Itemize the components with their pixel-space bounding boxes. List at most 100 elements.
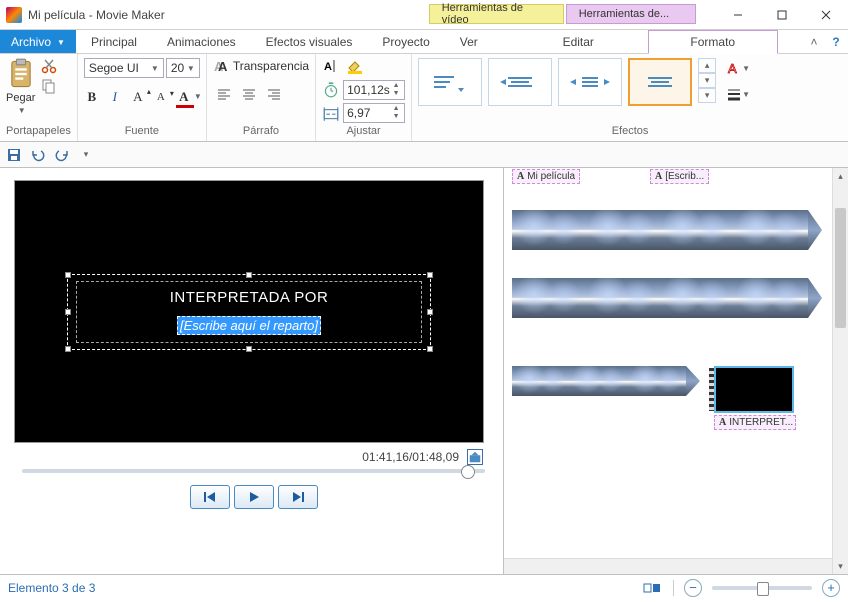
group-paragraph-label: Párrafo bbox=[213, 123, 309, 137]
caption-placeholder[interactable]: [Escribe aquí el reparto] bbox=[177, 316, 321, 335]
group-effects-label: Efectos bbox=[418, 123, 842, 137]
minimize-button[interactable] bbox=[716, 1, 760, 29]
group-font-label: Fuente bbox=[84, 123, 200, 137]
grow-font-button[interactable]: A▴ bbox=[130, 88, 146, 106]
prev-frame-button[interactable] bbox=[190, 485, 230, 509]
close-button[interactable] bbox=[804, 1, 848, 29]
group-adjust: A ▼ 101,12s▲▼ 6,97▲▼ Ajustar bbox=[316, 54, 412, 141]
font-family-combo[interactable]: Segoe UI▼ bbox=[84, 58, 164, 78]
tab-ver[interactable]: Ver bbox=[445, 30, 493, 53]
preview-pane: INTERPRETADA POR [Escribe aquí el repart… bbox=[0, 168, 503, 574]
font-color-button[interactable]: A▼ bbox=[176, 88, 192, 106]
app-icon bbox=[6, 7, 22, 23]
group-clipboard-label: Portapapeles bbox=[6, 123, 71, 137]
duration-input[interactable]: 6,97▲▼ bbox=[343, 103, 405, 123]
cut-icon[interactable] bbox=[41, 58, 57, 74]
group-paragraph: AA Transparencia Párrafo bbox=[207, 54, 316, 141]
effects-gallery-scroll[interactable]: ▴▾▾ bbox=[698, 58, 716, 103]
timeline-clip-1[interactable] bbox=[512, 210, 848, 250]
zoom-out-button[interactable]: − bbox=[684, 579, 702, 597]
tab-efectos-visuales[interactable]: Efectos visuales bbox=[251, 30, 368, 53]
timeline-title-clip[interactable] bbox=[714, 366, 794, 413]
qat-customize-button[interactable]: ▾ bbox=[78, 147, 94, 163]
fullscreen-button[interactable] bbox=[467, 449, 483, 465]
align-center-button[interactable] bbox=[238, 84, 260, 104]
tab-animaciones[interactable]: Animaciones bbox=[152, 30, 251, 53]
group-adjust-label: Ajustar bbox=[322, 123, 405, 137]
text-track-label-1[interactable]: AMi película bbox=[512, 169, 580, 184]
help-button[interactable]: ? bbox=[824, 30, 848, 53]
seek-bar[interactable] bbox=[22, 469, 485, 473]
align-left-button[interactable] bbox=[213, 84, 235, 104]
tab-file-label: Archivo bbox=[11, 35, 51, 49]
timeline-scrollbar-horizontal[interactable] bbox=[504, 558, 832, 574]
window-title: Mi película - Movie Maker bbox=[28, 8, 165, 22]
timecode: 01:41,16/01:48,09 bbox=[362, 450, 459, 464]
group-font: Segoe UI▼ 20▼ B I A▴ A▾ A▼ Fuente bbox=[78, 54, 207, 141]
text-box[interactable]: INTERPRETADA POR [Escribe aquí el repart… bbox=[67, 274, 431, 350]
workspace: INTERPRETADA POR [Escribe aquí el repart… bbox=[0, 168, 848, 574]
effect-tile-4[interactable] bbox=[628, 58, 692, 106]
caption-title: INTERPRETADA POR bbox=[170, 289, 329, 306]
start-time-input[interactable]: 101,12s▲▼ bbox=[343, 80, 405, 100]
shrink-font-button[interactable]: A▾ bbox=[153, 88, 169, 106]
svg-text:A: A bbox=[324, 61, 332, 73]
context-tab-text-label: Herramientas de... bbox=[566, 4, 696, 24]
transparency-label: Transparencia bbox=[233, 59, 309, 73]
background-color-button[interactable]: ▼ bbox=[346, 58, 364, 74]
font-size-value: 20 bbox=[171, 61, 184, 75]
tab-formato[interactable]: Formato bbox=[648, 30, 778, 54]
zoom-in-button[interactable]: + bbox=[822, 579, 840, 597]
context-tab-video-label: Herramientas de vídeo bbox=[429, 4, 564, 24]
tab-principal[interactable]: Principal bbox=[76, 30, 152, 53]
preview-monitor[interactable]: INTERPRETADA POR [Escribe aquí el repart… bbox=[14, 180, 484, 443]
ribbon: Pegar ▼ Portapapeles Segoe UI▼ 20▼ B I A… bbox=[0, 54, 848, 142]
edit-text-button[interactable]: A bbox=[322, 58, 340, 74]
timeline-clip-3[interactable] bbox=[512, 366, 700, 396]
clipboard-icon bbox=[7, 58, 35, 90]
quick-access-toolbar: ▾ bbox=[0, 142, 848, 168]
group-clipboard: Pegar ▼ Portapapeles bbox=[0, 54, 78, 141]
timeline-scrollbar-vertical[interactable]: ▴ ▾ bbox=[832, 168, 848, 574]
align-right-button[interactable] bbox=[263, 84, 285, 104]
status-text: Elemento 3 de 3 bbox=[8, 581, 95, 595]
duration-icon bbox=[322, 104, 340, 122]
start-time-icon bbox=[322, 81, 340, 99]
outline-color-button[interactable]: A▼ bbox=[726, 58, 750, 78]
svg-text:A: A bbox=[218, 59, 228, 74]
status-bar: Elemento 3 de 3 − + bbox=[0, 574, 848, 600]
zoom-slider[interactable] bbox=[712, 586, 812, 590]
transparency-icon: AA bbox=[213, 58, 229, 74]
undo-button[interactable] bbox=[30, 147, 46, 163]
tab-editar[interactable]: Editar bbox=[511, 30, 646, 53]
title-bar: Mi película - Movie Maker Herramientas d… bbox=[0, 0, 848, 30]
effect-tile-2[interactable] bbox=[488, 58, 552, 106]
tab-proyecto[interactable]: Proyecto bbox=[367, 30, 444, 53]
outline-size-button[interactable]: ▼ bbox=[726, 84, 750, 104]
start-time-value: 101,12s bbox=[347, 83, 390, 97]
maximize-button[interactable] bbox=[760, 1, 804, 29]
timeline-clip-2[interactable] bbox=[512, 278, 848, 318]
text-track-label-2[interactable]: A[Escrib... bbox=[650, 169, 709, 184]
timeline-pane: AMi película A[Escrib... AINTERPRET... bbox=[503, 168, 848, 574]
save-button[interactable] bbox=[6, 147, 22, 163]
group-effects: ▴▾▾ A▼ ▼ Efectos bbox=[412, 54, 848, 141]
ribbon-tabs: Archivo▼ Principal Animaciones Efectos v… bbox=[0, 30, 848, 54]
tab-file[interactable]: Archivo▼ bbox=[0, 30, 76, 53]
effect-tile-1[interactable] bbox=[418, 58, 482, 106]
play-button[interactable] bbox=[234, 485, 274, 509]
font-family-value: Segoe UI bbox=[89, 61, 139, 75]
font-size-combo[interactable]: 20▼ bbox=[166, 58, 200, 78]
svg-text:A: A bbox=[728, 61, 737, 76]
bold-button[interactable]: B bbox=[84, 88, 100, 106]
next-frame-button[interactable] bbox=[278, 485, 318, 509]
transparency-button[interactable]: AA Transparencia bbox=[213, 58, 309, 74]
paste-button[interactable]: Pegar ▼ bbox=[6, 58, 35, 115]
italic-button[interactable]: I bbox=[107, 88, 123, 106]
text-track-label-3[interactable]: AINTERPRET... bbox=[714, 415, 796, 430]
redo-button[interactable] bbox=[54, 147, 70, 163]
effect-tile-3[interactable] bbox=[558, 58, 622, 106]
ribbon-collapse-button[interactable]: ˄ bbox=[804, 30, 824, 53]
copy-icon[interactable] bbox=[41, 78, 57, 94]
view-mode-button[interactable] bbox=[641, 579, 663, 597]
